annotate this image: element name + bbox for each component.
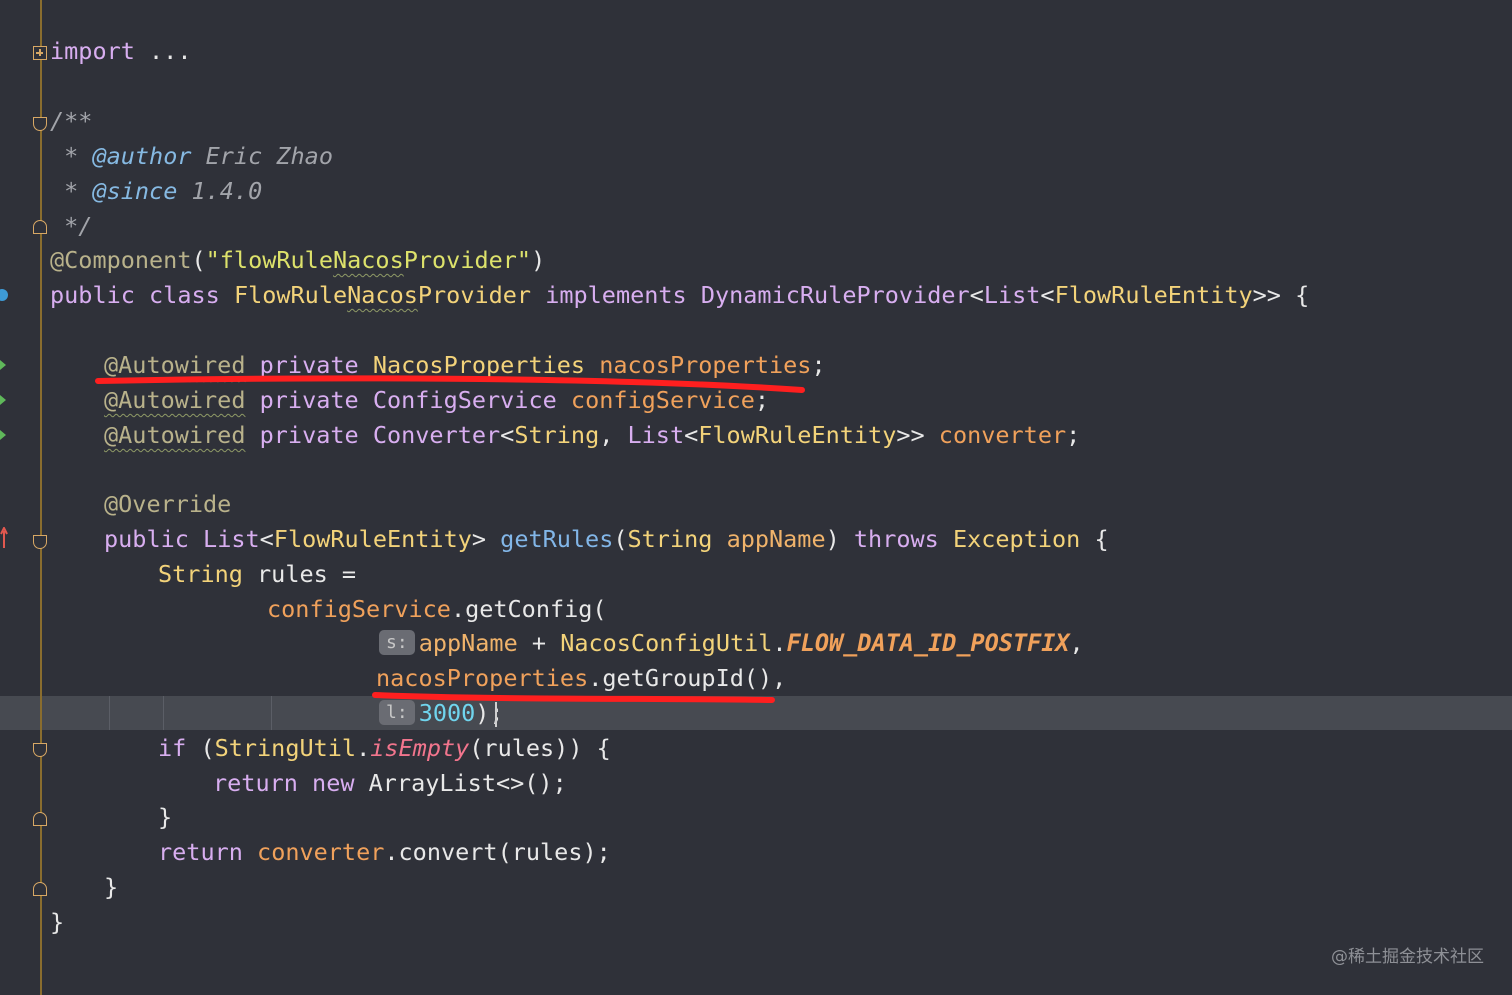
code-line-override-annotation: @Override	[104, 490, 232, 518]
fold-collapse-icon[interactable]	[33, 117, 47, 131]
code-line-return-empty-list: return new ArrayList<>();	[213, 769, 567, 797]
indent-guide	[163, 696, 164, 730]
implementation-marker-icon[interactable]	[0, 288, 10, 302]
code-line-class-close: }	[50, 908, 65, 936]
code-line-timeout-argument: l: 3000);	[379, 696, 504, 731]
code-line-component-annotation: @Component("flowRuleNacosProvider")	[50, 246, 546, 274]
code-line-rules-declaration: String rules =	[158, 560, 357, 588]
autowired-bean-icon[interactable]	[0, 428, 10, 442]
code-line-get-config-call: configService.getConfig(	[267, 595, 607, 623]
fold-expand-icon[interactable]	[33, 46, 47, 60]
code-line-method-signature: public List<FlowRuleEntity> getRules(Str…	[104, 525, 1109, 553]
override-method-arrow-icon[interactable]	[0, 527, 10, 549]
caret-line-highlight	[0, 696, 1512, 730]
code-line-group-id-argument: nacosProperties.getGroupId(),	[376, 664, 787, 692]
code-line-field-converter: @Autowired private Converter<String, Lis…	[104, 421, 1081, 449]
parameter-hint: l:	[379, 700, 415, 725]
parameter-hint: s:	[379, 630, 415, 655]
code-line-data-id-argument: s: appName + NacosConfigUtil.FLOW_DATA_ID…	[379, 626, 1084, 661]
code-line-doc-end: */	[50, 212, 93, 240]
code-editor[interactable]: import ... /** * @author Eric Zhao * @si…	[0, 0, 1512, 995]
autowired-bean-icon[interactable]	[0, 393, 10, 407]
code-line-if-empty-check: if (StringUtil.isEmpty(rules)) {	[158, 734, 611, 762]
indent-guide	[271, 696, 272, 730]
code-line-if-close: }	[158, 803, 173, 831]
gutter-divider	[40, 0, 42, 995]
code-line-doc-start: /**	[50, 107, 93, 135]
code-line-field-nacos-properties: @Autowired private NacosProperties nacos…	[104, 351, 826, 379]
indent-guide	[109, 696, 110, 730]
code-line-return-converted: return converter.convert(rules);	[158, 838, 611, 866]
code-line-doc-since: * @since 1.4.0	[50, 177, 263, 205]
code-line-method-close: }	[104, 873, 119, 901]
fold-end-icon[interactable]	[33, 812, 47, 826]
code-line-class-declaration: public class FlowRuleNacosProvider imple…	[50, 281, 1310, 309]
code-line-doc-author: * @author Eric Zhao	[50, 142, 333, 170]
editor-gutter[interactable]	[0, 0, 42, 995]
code-line-imports: import ...	[50, 37, 192, 65]
code-line-field-config-service: @Autowired private ConfigService configS…	[104, 386, 770, 414]
autowired-bean-icon[interactable]	[0, 358, 10, 372]
fold-collapse-icon[interactable]	[33, 535, 47, 549]
fold-collapse-icon[interactable]	[33, 743, 47, 757]
watermark: @稀土掘金技术社区	[1331, 947, 1484, 967]
fold-end-icon[interactable]	[33, 220, 47, 234]
fold-end-icon[interactable]	[33, 882, 47, 896]
